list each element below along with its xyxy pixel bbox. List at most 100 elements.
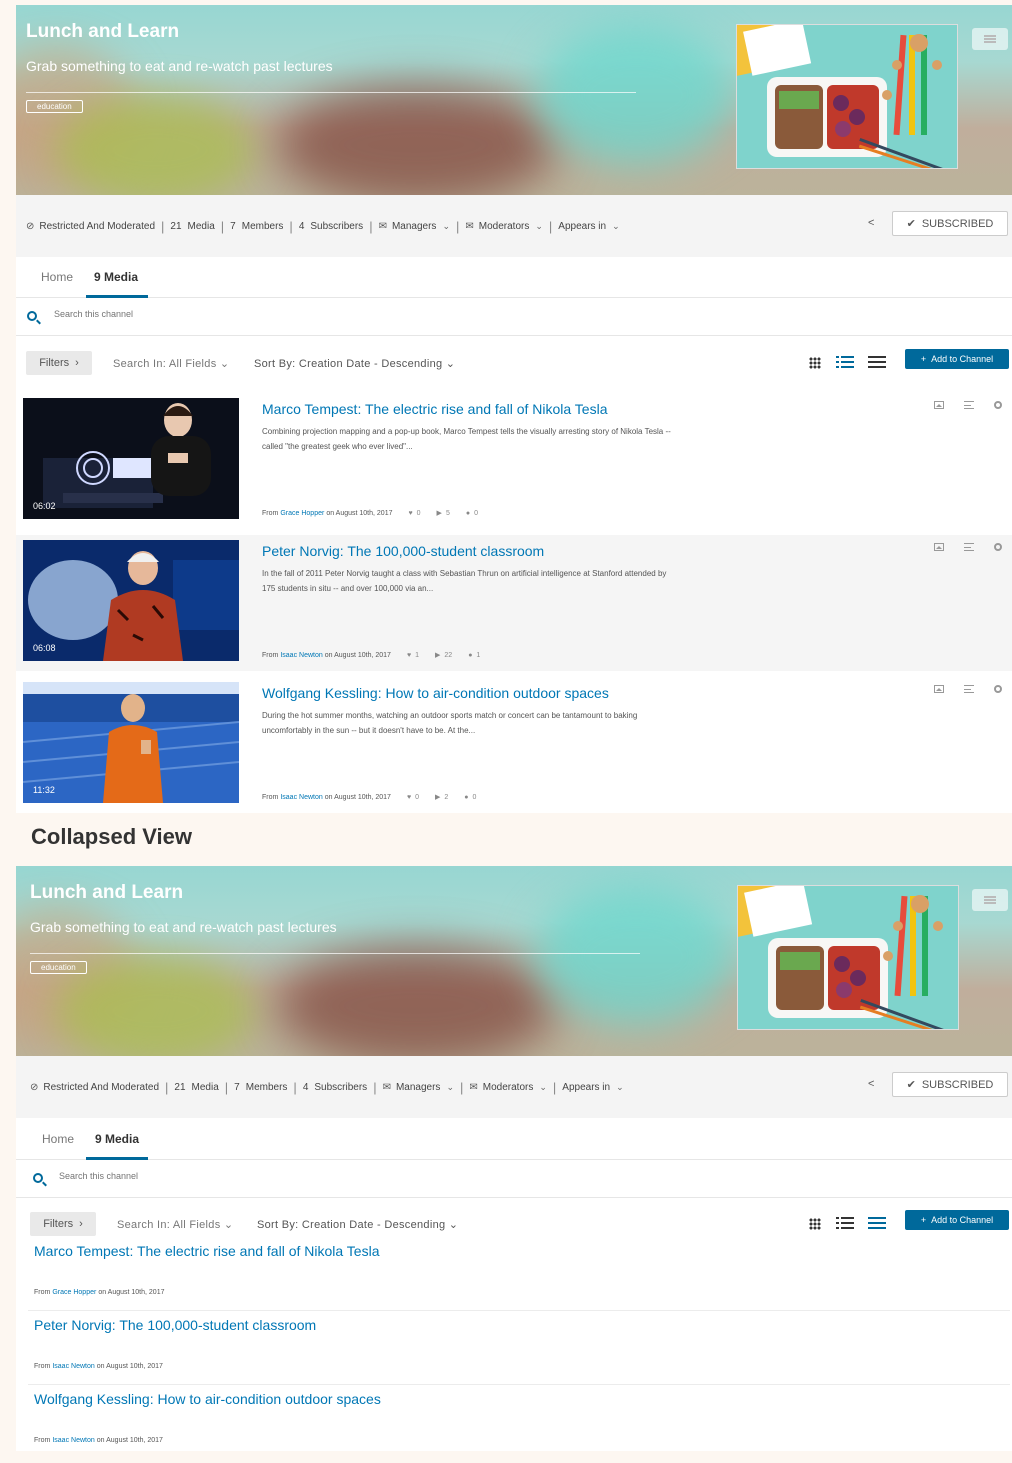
chevron-down-icon[interactable]: ⌄ xyxy=(616,1082,624,1093)
active-tab-indicator xyxy=(86,295,148,298)
from-label: From xyxy=(262,509,279,517)
add-to-channel-label: Add to Channel xyxy=(931,1215,994,1225)
media-thumbnail[interactable]: 06:02 xyxy=(23,398,239,519)
managers-dropdown[interactable]: Managers xyxy=(392,221,436,232)
tab-media[interactable]: 9 Media xyxy=(94,270,138,284)
moderators-dropdown[interactable]: Moderators xyxy=(479,221,530,232)
media-date: on August 10th, 2017 xyxy=(96,1437,163,1444)
settings-icon[interactable] xyxy=(994,685,1002,693)
channel-thumbnail xyxy=(737,885,959,1030)
members-label[interactable]: Members xyxy=(242,221,284,232)
chevron-right-icon: › xyxy=(75,357,79,369)
media-title-link[interactable]: Wolfgang Kessling: How to air-condition … xyxy=(34,1391,381,1407)
checkmark-icon: ✔ xyxy=(906,218,916,230)
members-label[interactable]: Members xyxy=(246,1082,288,1093)
appears-in-dropdown[interactable]: Appears in xyxy=(558,221,606,232)
channel-thumbnail xyxy=(736,24,958,169)
envelope-icon: ✉ xyxy=(382,1081,391,1093)
media-toolbar: Filters › Search In: All Fields ⌄ Sort B… xyxy=(16,1210,1012,1240)
chevron-down-icon[interactable]: ⌄ xyxy=(535,221,543,232)
play-icon: ▶ xyxy=(435,652,441,659)
search-input[interactable] xyxy=(59,1171,359,1181)
filters-button[interactable]: Filters › xyxy=(26,351,92,375)
media-thumbnail[interactable]: 06:08 xyxy=(23,540,239,661)
filters-button[interactable]: Filters › xyxy=(30,1212,96,1236)
restricted-icon: ⊘ xyxy=(26,220,35,232)
media-thumbnail[interactable]: 11:32 xyxy=(23,682,239,803)
add-to-playlist-icon[interactable] xyxy=(964,401,974,409)
share-icon[interactable]: < xyxy=(868,217,874,229)
sort-by-dropdown[interactable]: Sort By: Creation Date - Descending ⌄ xyxy=(254,357,455,370)
sort-by-dropdown[interactable]: Sort By: Creation Date - Descending ⌄ xyxy=(257,1218,458,1231)
duration-label: 11:32 xyxy=(33,785,55,795)
media-meta: From Isaac Newton on August 10th, 2017 xyxy=(34,1437,163,1444)
search-input[interactable] xyxy=(54,309,354,319)
media-title-link[interactable]: Marco Tempest: The electric rise and fal… xyxy=(34,1243,380,1259)
search-in-dropdown[interactable]: Search In: All Fields ⌄ xyxy=(113,357,229,370)
add-to-channel-button[interactable]: + Add to Channel xyxy=(905,1210,1009,1230)
collapsed-list-item: Marco Tempest: The electric rise and fal… xyxy=(28,1237,1010,1311)
channel-tag[interactable]: education xyxy=(26,100,83,113)
media-count: 21 xyxy=(174,1081,186,1093)
media-title-link[interactable]: Marco Tempest: The electric rise and fal… xyxy=(262,401,608,417)
moderators-dropdown[interactable]: Moderators xyxy=(483,1082,534,1093)
channel-actions-menu-button[interactable] xyxy=(972,889,1008,911)
grid-view-icon[interactable] xyxy=(809,1218,821,1230)
image-icon[interactable] xyxy=(934,401,944,409)
share-icon[interactable]: < xyxy=(868,1078,874,1090)
author-link[interactable]: Grace Hopper xyxy=(52,1289,96,1296)
subscribed-button[interactable]: ✔ SUBSCRIBED xyxy=(892,1072,1008,1097)
chevron-down-icon[interactable]: ⌄ xyxy=(612,221,620,232)
add-to-playlist-icon[interactable] xyxy=(964,543,974,551)
chevron-down-icon[interactable]: ⌄ xyxy=(442,221,450,232)
channel-title: Lunch and Learn xyxy=(26,21,180,42)
channel-actions-menu-button[interactable] xyxy=(972,28,1008,50)
chevron-down-icon[interactable]: ⌄ xyxy=(539,1082,547,1093)
channel-tabs: Home 9 Media xyxy=(16,1118,1012,1160)
author-link[interactable]: Grace Hopper xyxy=(280,510,324,517)
author-link[interactable]: Isaac Newton xyxy=(52,1363,94,1370)
author-link[interactable]: Isaac Newton xyxy=(280,652,322,659)
collapsed-view-icon[interactable] xyxy=(868,356,886,369)
tab-media[interactable]: 9 Media xyxy=(95,1132,139,1146)
media-list-item: 06:02 Marco Tempest: The electric rise a… xyxy=(16,393,1012,529)
comments-count: 0 xyxy=(472,793,477,801)
media-title-link[interactable]: Peter Norvig: The 100,000-student classr… xyxy=(262,543,544,559)
media-date: on August 10th, 2017 xyxy=(324,651,391,659)
search-in-dropdown[interactable]: Search In: All Fields ⌄ xyxy=(117,1218,233,1231)
tab-home[interactable]: Home xyxy=(42,1132,74,1146)
media-meta: From Isaac Newton on August 10th, 2017 ♥… xyxy=(262,651,480,660)
channel-tag[interactable]: education xyxy=(30,961,87,974)
likes-count: 0 xyxy=(415,793,419,801)
detailed-view-icon[interactable] xyxy=(836,1217,854,1230)
channel-info-bar: ⊘ Restricted And Moderated | 21 Media | … xyxy=(16,195,1012,257)
settings-icon[interactable] xyxy=(994,543,1002,551)
add-to-playlist-icon[interactable] xyxy=(964,685,974,693)
subscribed-label: SUBSCRIBED xyxy=(921,1078,994,1091)
checkmark-icon: ✔ xyxy=(906,1079,916,1091)
from-label: From xyxy=(262,651,279,659)
media-title-link[interactable]: Wolfgang Kessling: How to air-condition … xyxy=(262,685,609,701)
settings-icon[interactable] xyxy=(994,401,1002,409)
image-icon[interactable] xyxy=(934,685,944,693)
banner-divider xyxy=(30,953,640,954)
chevron-down-icon[interactable]: ⌄ xyxy=(446,1082,454,1093)
managers-dropdown[interactable]: Managers xyxy=(396,1082,440,1093)
comment-icon: ● xyxy=(468,651,473,659)
plus-icon: + xyxy=(920,1215,927,1225)
heart-icon: ♥ xyxy=(408,509,413,517)
grid-view-icon[interactable] xyxy=(809,357,821,369)
collapsed-view-icon[interactable] xyxy=(868,1217,886,1230)
add-to-channel-button[interactable]: + Add to Channel xyxy=(905,349,1009,369)
image-icon[interactable] xyxy=(934,543,944,551)
tab-home[interactable]: Home xyxy=(41,270,73,284)
from-label: From xyxy=(34,1437,51,1444)
author-link[interactable]: Isaac Newton xyxy=(52,1437,94,1444)
subscribed-button[interactable]: ✔ SUBSCRIBED xyxy=(892,211,1008,236)
appears-in-dropdown[interactable]: Appears in xyxy=(562,1082,610,1093)
channel-panel-collapsed: Lunch and Learn Grab something to eat an… xyxy=(16,866,1012,1451)
media-title-link[interactable]: Peter Norvig: The 100,000-student classr… xyxy=(34,1317,316,1333)
author-link[interactable]: Isaac Newton xyxy=(280,794,322,801)
from-label: From xyxy=(34,1363,51,1370)
detailed-view-icon[interactable] xyxy=(836,356,854,369)
